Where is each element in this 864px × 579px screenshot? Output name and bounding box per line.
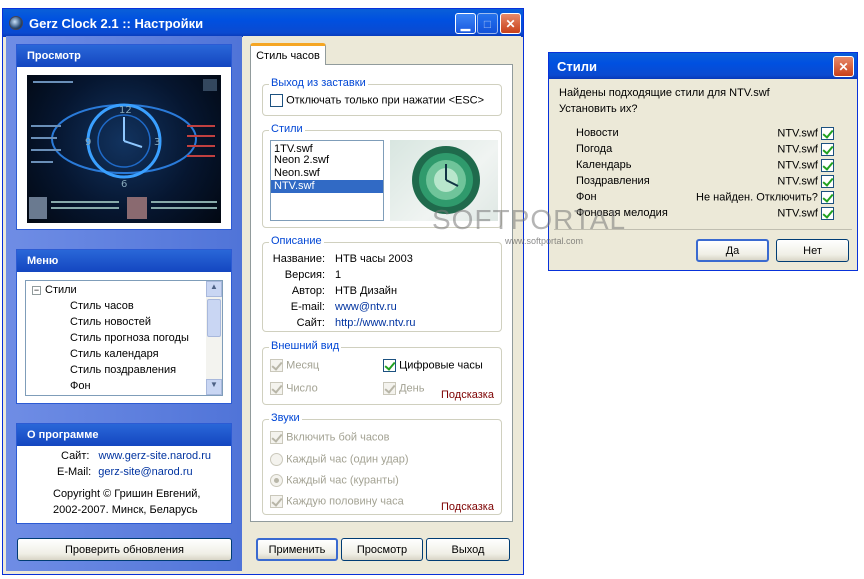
tree-scrollbar[interactable]: ▲ ▼ [206, 281, 222, 395]
dialog-title: Стили [557, 58, 597, 74]
menu-panel: Меню − Стили Стиль часов Стиль новостей С… [16, 249, 232, 404]
menu-header: Меню [17, 250, 231, 272]
desc-value-name: НТВ часы 2003 [335, 253, 413, 265]
close-icon[interactable]: ✕ [500, 13, 521, 34]
svg-text:6: 6 [121, 179, 127, 190]
dialog-row-check[interactable]: Не найден. Отключить? [696, 191, 834, 204]
no-button[interactable]: Нет [776, 239, 849, 262]
menu-tree: − Стили Стиль часов Стиль новостей Стиль … [25, 280, 223, 396]
dialog-row-name: Новости [576, 127, 619, 139]
minimize-icon[interactable]: ▁ [455, 13, 476, 34]
esc-only-checkbox[interactable]: Отключать только при нажатии <ESC> [270, 94, 484, 107]
tree-item[interactable]: Стиль прогноза погоды [70, 332, 189, 344]
dialog-message-line1: Найдены подходящие стили для NTV.swf [559, 87, 770, 99]
tree-item[interactable]: Стиль новостей [70, 316, 151, 328]
tree-item[interactable]: Фон [70, 380, 91, 392]
maximize-icon[interactable]: □ [477, 13, 498, 34]
sounds-group-title: Звуки [269, 412, 302, 424]
description-group: Описание Название: НТВ часы 2003 Версия:… [262, 235, 502, 332]
about-panel: О программе Сайт: www.gerz-site.narod.ru… [16, 423, 232, 524]
collapse-icon[interactable]: − [32, 286, 41, 295]
digital-clock-checkbox[interactable]: Цифровые часы [383, 359, 483, 372]
style-item[interactable]: Neon.swf [271, 167, 383, 180]
email-link[interactable]: gerz-site@narod.ru [98, 466, 192, 478]
style-item[interactable]: 1TV.swf [271, 141, 383, 155]
scroll-down-icon[interactable]: ▼ [206, 379, 222, 395]
dialog-row-name: Поздравления [576, 175, 650, 187]
tree-item[interactable]: Стиль поздравления [70, 364, 176, 376]
tree-item[interactable]: Стиль календаря [70, 348, 159, 360]
preview-image: 12 3 6 9 [27, 75, 221, 223]
copyright-line1: Copyright © Гришин Евгений, [53, 488, 201, 500]
email-label: E-Mail: [57, 466, 92, 478]
preview-button[interactable]: Просмотр [341, 538, 423, 561]
preview-header: Просмотр [17, 45, 231, 67]
hourly-single-radio[interactable]: Каждый час (один удар) [270, 453, 409, 466]
desc-label-version: Версия: [284, 269, 325, 281]
desc-label-site: Сайт: [296, 317, 325, 329]
appearance-hint-link[interactable]: Подсказка [441, 389, 494, 401]
day-checkbox[interactable]: День [383, 382, 424, 395]
dialog-row-check[interactable]: NTV.swf [777, 207, 834, 220]
clock-preview-icon: 12 3 6 9 [29, 79, 217, 219]
date-checkbox[interactable]: Число [270, 382, 318, 395]
about-header: О программе [17, 424, 231, 446]
style-item[interactable]: Neon 2.swf [271, 154, 383, 167]
check-updates-button[interactable]: Проверить обновления [17, 538, 232, 561]
main-title: Gerz Clock 2.1 :: Настройки [29, 15, 204, 31]
half-hour-checkbox[interactable]: Каждую половину часа [270, 495, 404, 508]
appearance-group: Внешний вид Месяц Цифровые часы Число Де… [262, 340, 502, 405]
scroll-thumb[interactable] [207, 299, 221, 337]
main-titlebar[interactable]: Gerz Clock 2.1 :: Настройки ▁ □ ✕ [3, 9, 523, 37]
svg-text:9: 9 [85, 137, 91, 148]
dialog-row-name: Фон [576, 191, 597, 203]
dialog-row-check[interactable]: NTV.swf [777, 159, 834, 172]
dialog-close-icon[interactable]: ✕ [833, 56, 854, 77]
sounds-hint-link[interactable]: Подсказка [441, 501, 494, 513]
svg-text:12: 12 [119, 105, 132, 116]
description-group-title: Описание [269, 235, 324, 247]
chime-checkbox[interactable]: Включить бой часов [270, 431, 390, 444]
dialog-row-check[interactable]: NTV.swf [777, 127, 834, 140]
scroll-up-icon[interactable]: ▲ [206, 281, 222, 297]
copyright-line2: 2002-2007. Минск, Беларусь [53, 504, 198, 516]
exit-button[interactable]: Выход [426, 538, 510, 561]
dialog-message-line2: Установить их? [559, 103, 638, 115]
apply-button[interactable]: Применить [256, 538, 338, 561]
hourly-chimes-radio[interactable]: Каждый час (куранты) [270, 474, 399, 487]
styles-dialog: Стили ✕ Найдены подходящие стили для NTV… [548, 52, 858, 271]
desc-value-version: 1 [335, 269, 342, 281]
exit-group-title: Выход из заставки [269, 77, 368, 89]
desc-label-author: Автор: [291, 285, 325, 297]
style-item-selected[interactable]: NTV.swf [271, 180, 383, 193]
site-label: Сайт: [61, 450, 90, 462]
desc-label-name: Название: [272, 253, 325, 265]
watermark: SOFTPORTAL [432, 204, 627, 235]
month-checkbox[interactable]: Месяц [270, 359, 319, 372]
watermark-url: www.softportal.com [505, 236, 584, 246]
desc-value-author: НТВ Дизайн [335, 285, 398, 297]
desc-label-email: E-mail: [290, 301, 325, 313]
exit-group: Выход из заставки Отключать только при н… [262, 77, 502, 116]
dialog-row-name: Погода [576, 143, 613, 155]
styles-list[interactable]: 1TV.swf Neon 2.swf Neon.swf NTV.swf [270, 140, 384, 221]
desc-email-link[interactable]: www@ntv.ru [335, 301, 397, 313]
styles-group-title: Стили [269, 123, 305, 135]
dialog-titlebar[interactable]: Стили ✕ [549, 53, 857, 79]
dialog-row-check[interactable]: NTV.swf [777, 143, 834, 156]
svg-text:3: 3 [154, 137, 160, 148]
tree-item[interactable]: Стиль часов [70, 300, 134, 312]
site-link[interactable]: www.gerz-site.narod.ru [99, 450, 212, 462]
preview-panel: Просмотр 12 3 6 9 [16, 44, 232, 230]
tree-root[interactable]: − Стили [32, 284, 77, 296]
app-icon [9, 16, 23, 30]
yes-button[interactable]: Да [696, 239, 769, 262]
tab-clock-style[interactable]: Стиль часов [250, 43, 326, 65]
desc-site-link[interactable]: http://www.ntv.ru [335, 317, 416, 329]
appearance-group-title: Внешний вид [269, 340, 342, 352]
dialog-row-name: Календарь [576, 159, 632, 171]
sounds-group: Звуки Включить бой часов Каждый час (оди… [262, 412, 502, 515]
dialog-row-check[interactable]: NTV.swf [777, 175, 834, 188]
